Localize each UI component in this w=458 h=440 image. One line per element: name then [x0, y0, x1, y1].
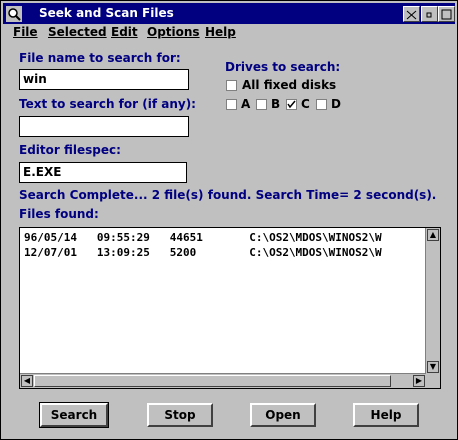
- drive-a-label: A: [241, 97, 251, 111]
- files-list[interactable]: 96/05/14 09:55:29 44651 C:\OS2\MDOS\WINO…: [19, 227, 441, 389]
- hide-button[interactable]: [403, 6, 420, 22]
- minimize-button[interactable]: [421, 6, 438, 22]
- editor-label: Editor filespec:: [19, 143, 121, 157]
- stop-button[interactable]: Stop: [147, 403, 213, 427]
- editor-input[interactable]: E.EXE: [19, 162, 187, 183]
- menu-bar: File Selected Edit Options Help: [3, 24, 455, 42]
- scroll-down-icon[interactable]: ▼: [427, 361, 439, 373]
- scroll-thumb[interactable]: [34, 375, 391, 387]
- drive-d-label: D: [331, 97, 341, 111]
- list-item[interactable]: 96/05/14 09:55:29 44651 C:\OS2\MDOS\WINO…: [24, 231, 382, 244]
- list-item[interactable]: 12/07/01 13:09:25 5200 C:\OS2\MDOS\WINOS…: [24, 246, 382, 259]
- drive-b-label: B: [271, 97, 281, 111]
- horizontal-scrollbar[interactable]: ◀ ▶: [20, 373, 426, 388]
- search-button[interactable]: Search: [39, 402, 109, 428]
- help-button[interactable]: Help: [353, 403, 419, 427]
- text-search-label: Text to search for (if any):: [19, 97, 196, 111]
- filename-input[interactable]: win: [19, 69, 189, 90]
- drives-label: Drives to search:: [225, 60, 341, 74]
- vertical-scrollbar[interactable]: ▲ ▼: [425, 228, 440, 374]
- window-title: Seek and Scan Files: [39, 6, 174, 20]
- drive-b-checkbox[interactable]: [256, 99, 267, 110]
- status-text: Search Complete... 2 file(s) found. Sear…: [19, 188, 437, 202]
- menu-options[interactable]: Options: [147, 25, 200, 39]
- seek-and-scan-window: Seek and Scan Files File Selected Edit O…: [0, 0, 458, 440]
- maximize-icon: [441, 9, 452, 20]
- hide-icon: [406, 10, 417, 20]
- menu-help[interactable]: Help: [205, 25, 236, 39]
- scroll-up-icon[interactable]: ▲: [427, 229, 439, 241]
- menu-edit[interactable]: Edit: [111, 25, 138, 39]
- drive-c-label: C: [301, 97, 310, 111]
- drive-a-checkbox[interactable]: [226, 99, 237, 110]
- maximize-button[interactable]: [438, 6, 455, 22]
- all-fixed-disks-label: All fixed disks: [242, 78, 337, 92]
- open-button[interactable]: Open: [250, 403, 316, 427]
- scroll-corner: [426, 374, 440, 388]
- menu-file[interactable]: File: [13, 25, 38, 39]
- files-found-label: Files found:: [19, 207, 99, 221]
- minimize-icon: [426, 12, 432, 18]
- all-fixed-disks-checkbox[interactable]: [226, 80, 237, 91]
- drive-d-checkbox[interactable]: [316, 99, 327, 110]
- scroll-left-icon[interactable]: ◀: [21, 375, 33, 387]
- menu-selected[interactable]: Selected: [48, 25, 107, 39]
- checkmark-icon: [287, 100, 296, 109]
- filename-label: File name to search for:: [19, 51, 181, 65]
- title-bar[interactable]: Seek and Scan Files: [3, 3, 455, 24]
- scroll-right-icon[interactable]: ▶: [413, 375, 425, 387]
- text-search-input[interactable]: [19, 116, 189, 137]
- magnifier-icon[interactable]: [6, 6, 22, 22]
- drive-c-checkbox[interactable]: [286, 99, 297, 110]
